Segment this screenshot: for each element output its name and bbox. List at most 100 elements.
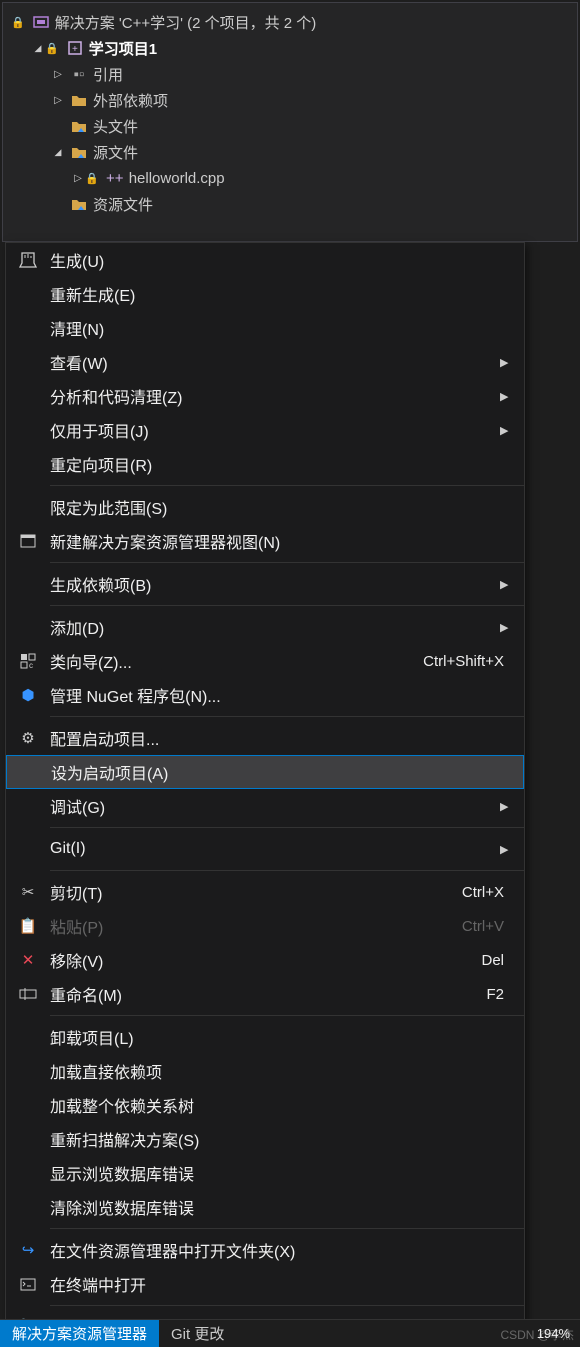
cpp-file-label: helloworld.cpp [129, 170, 225, 187]
menu-analyze[interactable]: 分析和代码清理(Z)▶ [6, 379, 524, 413]
submenu-arrow-icon: ▶ [500, 424, 512, 437]
menu-load-direct[interactable]: 加载直接依赖项 [6, 1054, 524, 1088]
menu-clean[interactable]: 清理(N) [6, 311, 524, 345]
submenu-arrow-icon: ▶ [500, 356, 512, 369]
filter-folder-icon [69, 142, 89, 162]
menu-debug[interactable]: 调试(G)▶ [6, 789, 524, 823]
solution-icon [31, 12, 51, 32]
svg-text:c: c [29, 661, 33, 669]
expand-arrow-icon[interactable] [51, 69, 65, 80]
lock-icon: 🔒 [11, 16, 25, 29]
nuget-icon: ⬢ [21, 686, 34, 704]
menu-unload[interactable]: 卸载项目(L) [6, 1020, 524, 1054]
menu-shortcut: Del [481, 952, 512, 969]
menu-shortcut: Ctrl+X [462, 884, 512, 901]
solution-label: 解决方案 'C++学习' (2 个项目，共 2 个) [55, 12, 317, 33]
header-files-node[interactable]: 头文件 [11, 113, 577, 139]
menu-view[interactable]: 查看(W)▶ [6, 345, 524, 379]
expand-arrow-icon[interactable] [51, 147, 65, 158]
menu-open-explorer[interactable]: ↪ 在文件资源管理器中打开文件夹(X) [6, 1233, 524, 1267]
cpp-file-icon: ++ [105, 168, 125, 188]
menu-load-all[interactable]: 加载整个依赖关系树 [6, 1088, 524, 1122]
remove-icon: ✕ [22, 951, 35, 969]
menu-nuget[interactable]: ⬢ 管理 NuGet 程序包(N)... [6, 678, 524, 712]
solution-node[interactable]: 🔒 解决方案 'C++学习' (2 个项目，共 2 个) [11, 9, 577, 35]
menu-separator [50, 1305, 524, 1306]
menu-retarget[interactable]: 重定向项目(R) [6, 447, 524, 481]
external-deps-node[interactable]: 外部依赖项 [11, 87, 577, 113]
menu-config-startup[interactable]: ⚙ 配置启动项目... [6, 721, 524, 755]
menu-separator [50, 605, 524, 606]
menu-separator [50, 1228, 524, 1229]
menu-rescan[interactable]: 重新扫描解决方案(S) [6, 1122, 524, 1156]
solution-explorer-tree: 🔒 解决方案 'C++学习' (2 个项目，共 2 个) 🔒 + 学习项目1 ▪… [2, 2, 578, 242]
open-folder-icon: ↪ [22, 1241, 35, 1259]
resource-files-label: 资源文件 [93, 194, 153, 215]
expand-arrow-icon[interactable] [71, 173, 85, 184]
submenu-arrow-icon: ▶ [500, 621, 512, 634]
menu-separator [50, 827, 524, 828]
resource-files-node[interactable]: 资源文件 [11, 191, 577, 217]
zoom-level: 194% [537, 1326, 570, 1341]
tab-solution-explorer[interactable]: 解决方案资源管理器 [0, 1320, 159, 1347]
rename-icon [19, 987, 37, 1001]
source-files-node[interactable]: 源文件 [11, 139, 577, 165]
terminal-icon [20, 1278, 36, 1291]
submenu-arrow-icon: ▶ [500, 800, 512, 813]
paste-icon: 📋 [19, 917, 38, 935]
cpp-file-node[interactable]: 🔒 ++ helloworld.cpp [11, 165, 577, 191]
menu-set-startup[interactable]: 设为启动项目(A) [6, 755, 524, 789]
lock-icon: 🔒 [45, 42, 59, 55]
menu-new-view[interactable]: 新建解决方案资源管理器视图(N) [6, 524, 524, 558]
menu-build[interactable]: 生成(U) [6, 243, 524, 277]
project-context-menu: 生成(U) 重新生成(E) 清理(N) 查看(W)▶ 分析和代码清理(Z)▶ 仅… [5, 242, 525, 1345]
menu-separator [50, 562, 524, 563]
menu-git[interactable]: Git(I)▶ [6, 832, 524, 866]
menu-show-db-err[interactable]: 显示浏览数据库错误 [6, 1156, 524, 1190]
references-icon: ▪▫ [69, 64, 89, 84]
menu-remove[interactable]: ✕ 移除(V) Del [6, 943, 524, 977]
project-node[interactable]: 🔒 + 学习项目1 [11, 35, 577, 61]
menu-add[interactable]: 添加(D)▶ [6, 610, 524, 644]
menu-rename[interactable]: 重命名(M) F2 [6, 977, 524, 1011]
bottom-tabs: 解决方案资源管理器 Git 更改 [0, 1319, 580, 1347]
menu-scope[interactable]: 限定为此范围(S) [6, 490, 524, 524]
lock-icon: 🔒 [85, 172, 99, 185]
submenu-arrow-icon: ▶ [500, 390, 512, 403]
references-label: 引用 [93, 64, 123, 85]
filter-folder-icon [69, 194, 89, 214]
menu-shortcut: F2 [486, 986, 512, 1003]
menu-shortcut: Ctrl+Shift+X [423, 653, 512, 670]
external-deps-label: 外部依赖项 [93, 90, 168, 111]
submenu-arrow-icon: ▶ [500, 843, 512, 856]
build-icon [19, 251, 37, 269]
menu-rebuild[interactable]: 重新生成(E) [6, 277, 524, 311]
menu-project-only[interactable]: 仅用于项目(J)▶ [6, 413, 524, 447]
menu-open-terminal[interactable]: 在终端中打开 [6, 1267, 524, 1301]
menu-clear-db-err[interactable]: 清除浏览数据库错误 [6, 1190, 524, 1224]
menu-separator [50, 870, 524, 871]
menu-build-deps[interactable]: 生成依赖项(B)▶ [6, 567, 524, 601]
scissors-icon: ✂ [22, 883, 35, 901]
references-node[interactable]: ▪▫ 引用 [11, 61, 577, 87]
header-files-label: 头文件 [93, 116, 138, 137]
menu-separator [50, 716, 524, 717]
filter-folder-icon [69, 116, 89, 136]
gear-icon: ⚙ [21, 729, 34, 747]
menu-separator [50, 485, 524, 486]
menu-cut[interactable]: ✂ 剪切(T) Ctrl+X [6, 875, 524, 909]
class-wizard-icon: c [20, 653, 36, 669]
project-label: 学习项目1 [89, 38, 157, 59]
expand-arrow-icon[interactable] [31, 43, 45, 54]
svg-text:+: + [72, 44, 78, 55]
folder-icon [69, 90, 89, 110]
menu-class-wizard[interactable]: c 类向导(Z)... Ctrl+Shift+X [6, 644, 524, 678]
source-files-label: 源文件 [93, 142, 138, 163]
menu-shortcut: Ctrl+V [462, 918, 512, 935]
tab-git-changes[interactable]: Git 更改 [159, 1320, 236, 1347]
new-view-icon [20, 534, 36, 548]
submenu-arrow-icon: ▶ [500, 578, 512, 591]
project-icon: + [65, 38, 85, 58]
expand-arrow-icon[interactable] [51, 95, 65, 106]
menu-separator [50, 1015, 524, 1016]
